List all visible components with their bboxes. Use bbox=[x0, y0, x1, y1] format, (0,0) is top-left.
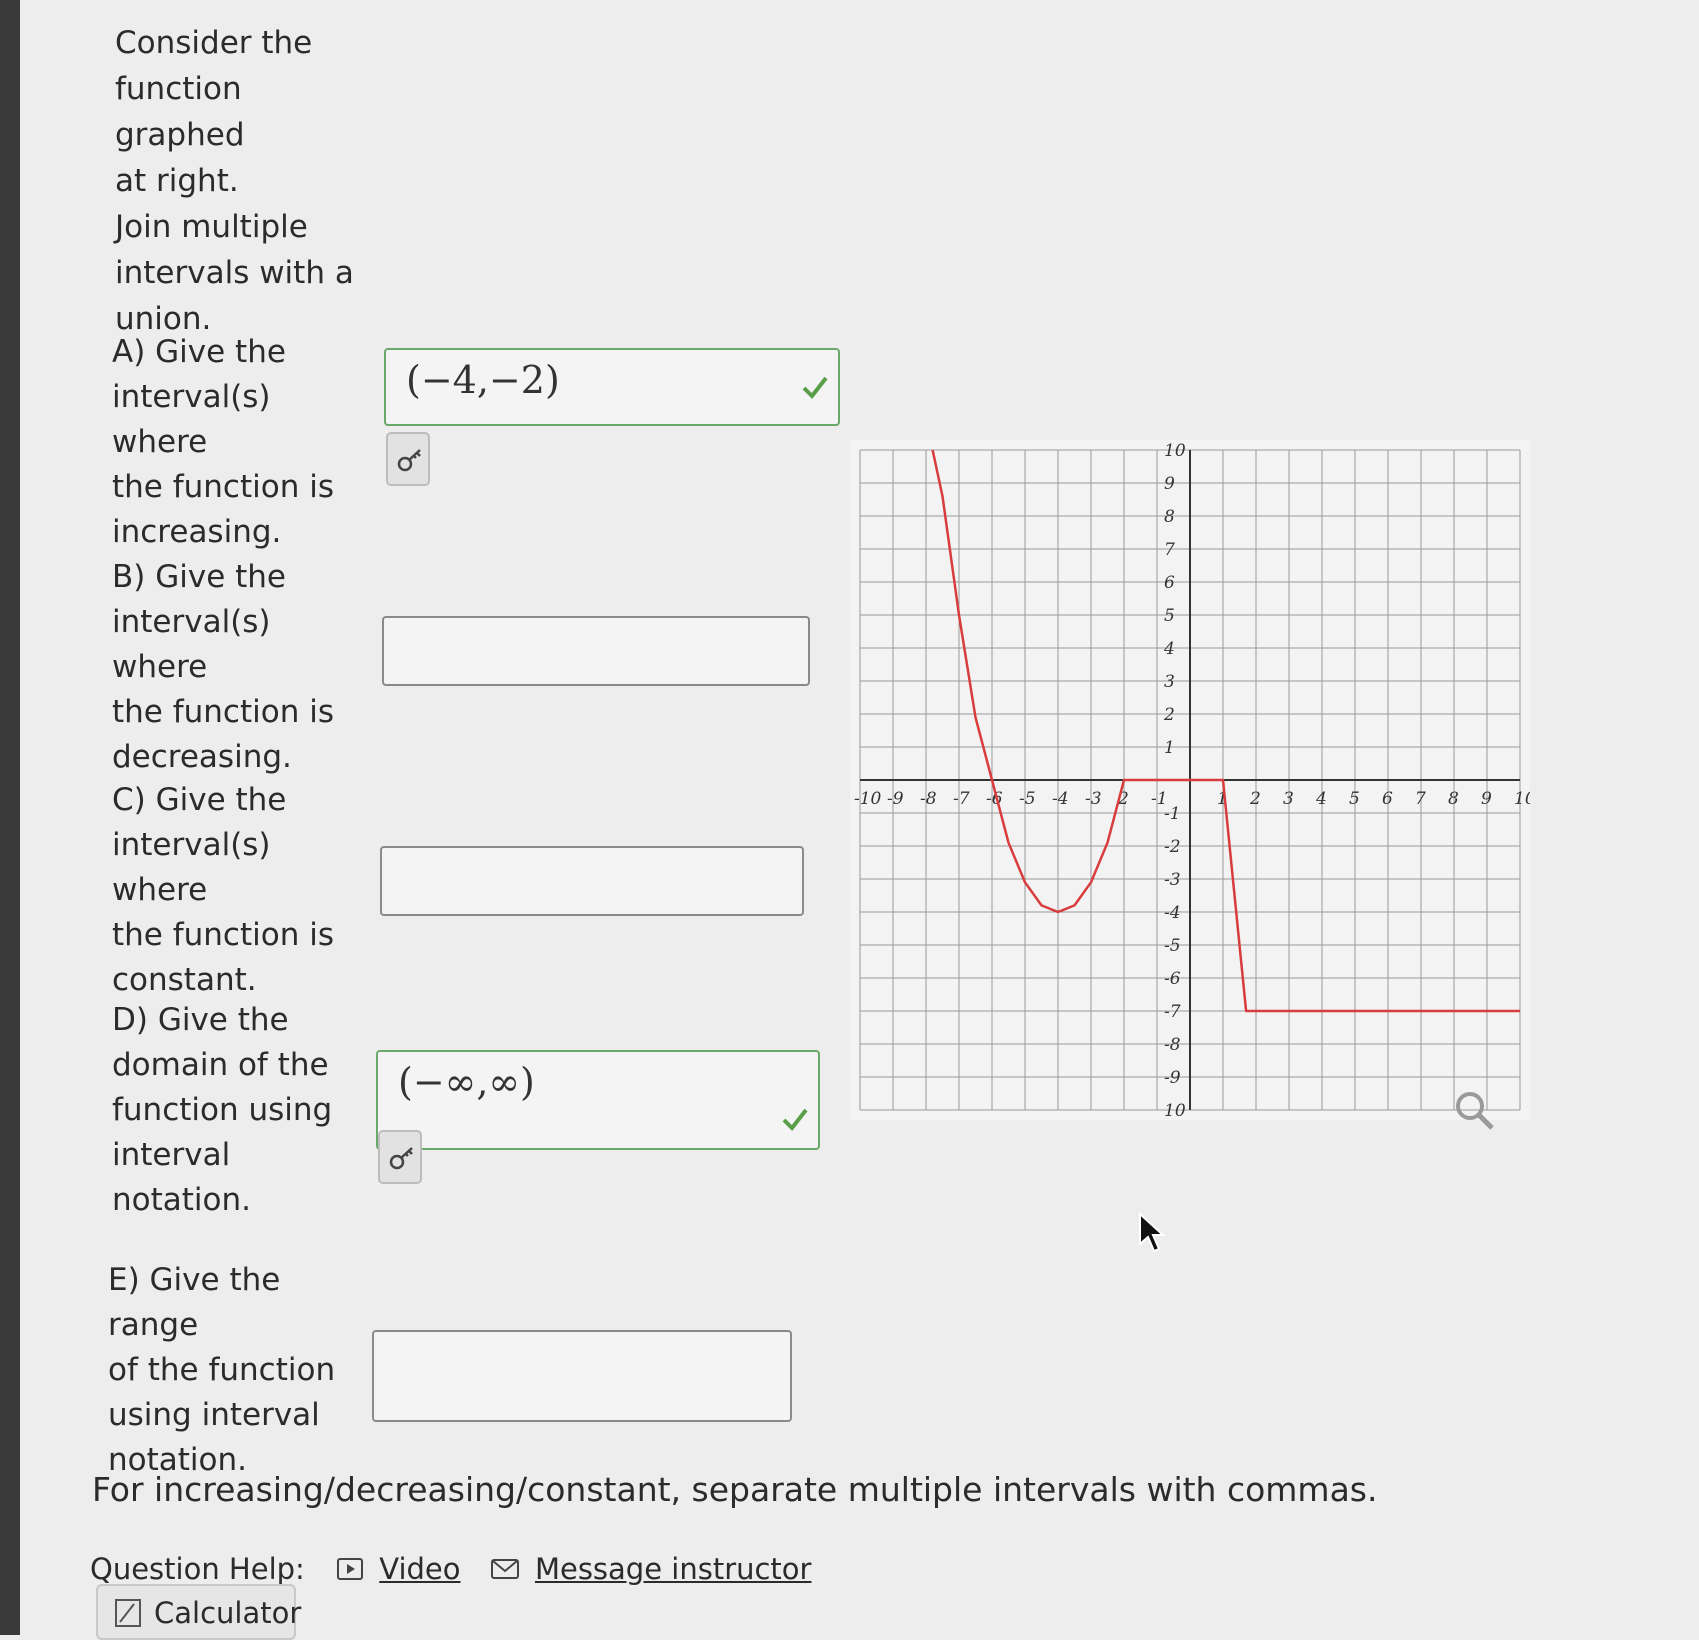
answer-b-input[interactable] bbox=[382, 616, 810, 686]
y-tick-label: -5 bbox=[1164, 936, 1181, 956]
answer-c-input[interactable] bbox=[380, 846, 804, 916]
video-link[interactable]: Video bbox=[379, 1552, 460, 1586]
question-line: interval(s) where bbox=[112, 379, 271, 460]
key-icon-button-a[interactable] bbox=[386, 432, 430, 486]
key-icon-button-d[interactable] bbox=[378, 1130, 422, 1184]
x-tick-label: 10 bbox=[1514, 789, 1530, 809]
question-line: D) Give the bbox=[112, 1002, 289, 1038]
y-tick-label: 7 bbox=[1164, 540, 1175, 560]
y-tick-label: -8 bbox=[1164, 1035, 1181, 1055]
question-e-label: E) Give the range of the function using … bbox=[108, 1258, 358, 1483]
check-icon bbox=[802, 376, 828, 400]
y-tick-label: 10 bbox=[1164, 1101, 1186, 1120]
question-line: function using bbox=[112, 1092, 333, 1128]
question-help-label: Question Help: bbox=[90, 1552, 305, 1586]
y-tick-label: 9 bbox=[1164, 474, 1175, 494]
footer-note: For increasing/decreasing/constant, sepa… bbox=[92, 1470, 1378, 1509]
question-line: increasing. bbox=[112, 514, 282, 550]
instructions: Consider the function graphed at right. … bbox=[115, 20, 375, 342]
y-tick-label: 5 bbox=[1164, 606, 1175, 626]
question-line: of the function bbox=[108, 1352, 336, 1388]
x-tick-label: -10 bbox=[854, 789, 882, 809]
answer-d-input[interactable]: (−∞,∞) bbox=[376, 1050, 820, 1150]
x-tick-label: 4 bbox=[1315, 789, 1327, 809]
question-d-label: D) Give the domain of the function using… bbox=[112, 998, 362, 1223]
question-line: E) Give the range bbox=[108, 1262, 281, 1343]
left-bezel bbox=[0, 0, 20, 1635]
x-tick-label: -9 bbox=[887, 789, 904, 809]
y-tick-label: -1 bbox=[1164, 804, 1181, 824]
x-tick-label: 8 bbox=[1448, 789, 1459, 809]
question-b-label: B) Give the interval(s) where the functi… bbox=[112, 555, 362, 780]
question-line: the function is bbox=[112, 694, 334, 730]
x-tick-label: -7 bbox=[953, 789, 970, 809]
mouse-cursor-icon bbox=[1139, 1212, 1166, 1253]
y-tick-label: -7 bbox=[1164, 1002, 1181, 1022]
y-tick-label: 3 bbox=[1164, 672, 1175, 692]
mail-icon bbox=[490, 1559, 519, 1579]
calculator-button[interactable]: Calculator bbox=[96, 1584, 301, 1640]
key-icon bbox=[389, 1147, 413, 1170]
question-line: interval(s) where bbox=[112, 604, 271, 685]
x-tick-label: -3 bbox=[1085, 789, 1102, 809]
answer-a-input[interactable]: (−4,−2) bbox=[384, 348, 840, 426]
question-line: interval notation. bbox=[112, 1137, 252, 1218]
x-tick-label: 2 bbox=[1249, 789, 1261, 809]
question-line: decreasing. bbox=[112, 739, 292, 775]
question-help-row: Question Help: Video Message instructor bbox=[90, 1550, 811, 1586]
y-tick-label: -2 bbox=[1164, 837, 1181, 857]
answer-e-input[interactable] bbox=[372, 1330, 792, 1422]
x-tick-label: 9 bbox=[1481, 789, 1492, 809]
x-tick-label: -8 bbox=[920, 789, 937, 809]
question-line: the function is bbox=[112, 469, 334, 505]
y-tick-label: 8 bbox=[1164, 507, 1175, 527]
function-graph: -10-9-8-7-6-5-4-32-112345678910109876543… bbox=[850, 440, 1530, 1120]
calculator-icon bbox=[115, 1599, 141, 1627]
instruction-line: intervals with a bbox=[115, 255, 354, 291]
question-line: the function is bbox=[112, 917, 334, 953]
y-tick-label: 4 bbox=[1163, 639, 1175, 659]
question-line: B) Give the bbox=[112, 559, 286, 595]
answer-a-value: (−4,−2) bbox=[406, 358, 560, 402]
y-tick-label: 1 bbox=[1164, 738, 1175, 758]
key-icon bbox=[397, 449, 421, 472]
y-tick-label: -3 bbox=[1164, 870, 1181, 890]
y-tick-label: -4 bbox=[1164, 903, 1181, 923]
question-line: A) Give the bbox=[112, 334, 286, 370]
y-tick-label: 6 bbox=[1164, 573, 1175, 593]
x-tick-label: -4 bbox=[1052, 789, 1069, 809]
message-instructor-link[interactable]: Message instructor bbox=[535, 1552, 812, 1586]
check-icon bbox=[782, 1108, 808, 1132]
calculator-label: Calculator bbox=[154, 1596, 302, 1630]
y-tick-label: 2 bbox=[1163, 705, 1175, 725]
y-tick-label: -6 bbox=[1164, 969, 1181, 989]
y-tick-label: -9 bbox=[1164, 1068, 1181, 1088]
x-tick-label: 3 bbox=[1283, 789, 1294, 809]
instruction-line: function graphed bbox=[115, 71, 245, 153]
x-tick-label: 6 bbox=[1382, 789, 1393, 809]
question-a-label: A) Give the interval(s) where the functi… bbox=[112, 330, 362, 555]
question-line: constant. bbox=[112, 962, 257, 998]
instruction-line: Join multiple bbox=[115, 209, 308, 245]
question-line: interval(s) where bbox=[112, 827, 271, 908]
x-tick-label: 7 bbox=[1415, 789, 1426, 809]
question-line: using interval bbox=[108, 1397, 320, 1433]
question-line: C) Give the bbox=[112, 782, 287, 818]
instruction-line: Consider the bbox=[115, 25, 313, 61]
x-tick-label: 5 bbox=[1349, 789, 1360, 809]
instruction-line: at right. bbox=[115, 163, 239, 199]
y-tick-label: 10 bbox=[1164, 441, 1186, 461]
magnifier-icon[interactable] bbox=[1452, 1088, 1496, 1132]
x-tick-label: -5 bbox=[1019, 789, 1036, 809]
video-icon bbox=[337, 1558, 364, 1580]
answer-d-value: (−∞,∞) bbox=[398, 1060, 535, 1104]
question-c-label: C) Give the interval(s) where the functi… bbox=[112, 778, 362, 1003]
question-line: domain of the bbox=[112, 1047, 329, 1083]
